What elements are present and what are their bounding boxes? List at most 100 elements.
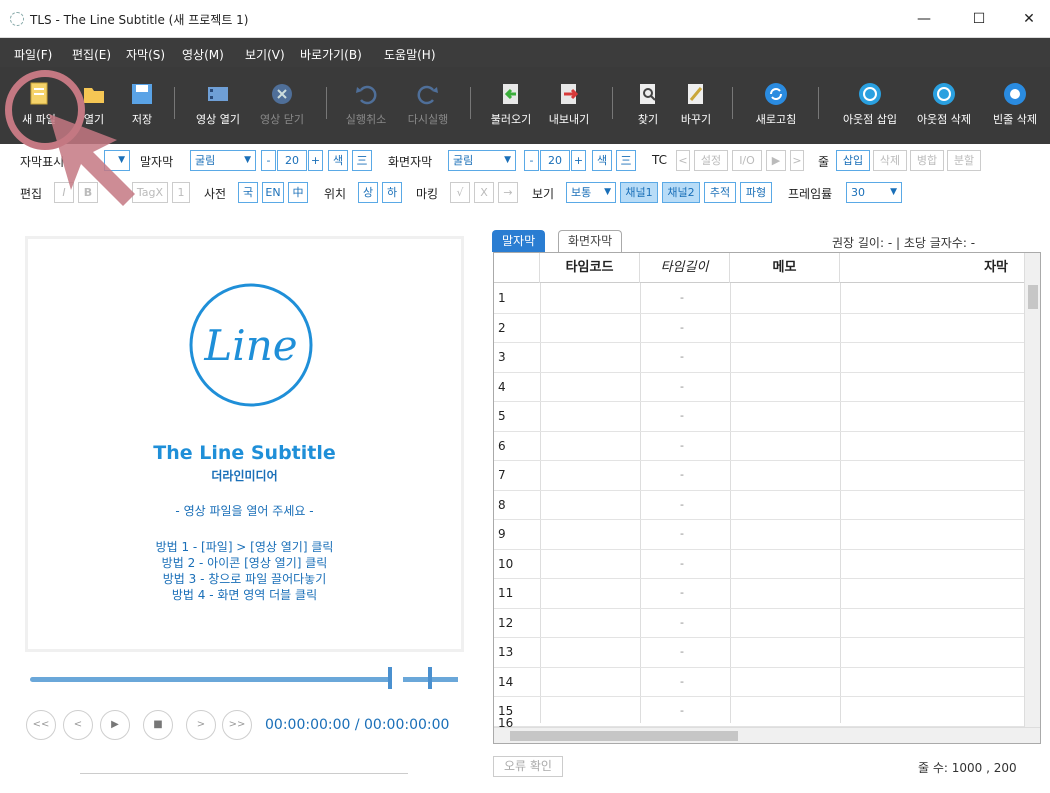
- dict-english-button[interactable]: EN: [262, 182, 284, 203]
- waveform-toggle[interactable]: 파형: [740, 182, 772, 203]
- table-row[interactable]: 10-: [494, 550, 1024, 579]
- menu-help[interactable]: 도움말(H): [384, 46, 436, 63]
- col-header-memo[interactable]: 메모: [730, 253, 840, 283]
- menu-subtitle[interactable]: 자막(S): [126, 46, 165, 63]
- table-row[interactable]: 12-: [494, 609, 1024, 638]
- channel2-toggle[interactable]: 채널2: [662, 182, 700, 203]
- redo-button[interactable]: 다시실행: [400, 67, 456, 144]
- seek-handle[interactable]: [388, 667, 392, 689]
- speech-size-minus[interactable]: -: [261, 150, 276, 171]
- refresh-button[interactable]: 새로고침: [746, 67, 806, 144]
- line-split-button[interactable]: 분할: [947, 150, 981, 171]
- divider: [80, 773, 408, 774]
- menu-shortcut[interactable]: 바로가기(B): [300, 46, 362, 63]
- menu-view[interactable]: 보기(V): [245, 46, 285, 63]
- view-mode-select[interactable]: 보통 ▼: [566, 182, 616, 203]
- frame-rate-select[interactable]: 30 ▼: [846, 182, 902, 203]
- forward-fast-button[interactable]: >>: [222, 710, 252, 740]
- table-row[interactable]: 14-: [494, 668, 1024, 697]
- tc-label: TC: [652, 153, 668, 167]
- replace-button[interactable]: 바꾸기: [674, 67, 718, 144]
- col-header-duration[interactable]: 타임길이: [640, 253, 730, 283]
- table-row[interactable]: 9-: [494, 520, 1024, 550]
- screen-size-plus[interactable]: +: [571, 150, 586, 171]
- vertical-scrollbar[interactable]: [1024, 253, 1040, 727]
- screen-color-button[interactable]: 색: [592, 150, 612, 171]
- dict-chinese-button[interactable]: 中: [288, 182, 308, 203]
- outpoint-delete-button[interactable]: 아웃점 삭제: [908, 67, 980, 144]
- seek-bar[interactable]: [30, 677, 392, 682]
- menu-file[interactable]: 파일(F): [14, 46, 52, 63]
- maximize-button[interactable]: ☐: [965, 6, 993, 32]
- replace-icon: [688, 84, 703, 104]
- table-row[interactable]: 2-: [494, 314, 1024, 343]
- speech-font-select[interactable]: 굴림 ▼: [190, 150, 256, 171]
- play-button[interactable]: ▶: [100, 710, 130, 740]
- error-check-button[interactable]: 오류 확인: [493, 756, 563, 777]
- position-bottom-button[interactable]: 하: [382, 182, 402, 203]
- mark-check-button[interactable]: √: [450, 182, 470, 203]
- table-row[interactable]: 5-: [494, 402, 1024, 432]
- rewind-button[interactable]: <: [63, 710, 93, 740]
- outpoint-insert-button[interactable]: 아웃점 삽입: [834, 67, 906, 144]
- table-row[interactable]: 16: [494, 716, 1024, 727]
- subtitle-grid[interactable]: 타임코드 타임길이 메모 자막 1- 2- 3- 4- 5- 6- 7- 8- …: [493, 252, 1041, 744]
- line-delete-button[interactable]: 삭제: [873, 150, 907, 171]
- video-open-button[interactable]: 영상 열기: [188, 67, 248, 144]
- import-button[interactable]: 불러오기: [484, 67, 538, 144]
- close-button[interactable]: ✕: [1015, 6, 1043, 32]
- export-button[interactable]: 내보내기: [542, 67, 596, 144]
- table-row[interactable]: 4-: [494, 373, 1024, 402]
- table-row[interactable]: 1-: [494, 284, 1024, 314]
- scroll-thumb[interactable]: [1028, 285, 1038, 309]
- speech-align-button[interactable]: 三: [352, 150, 372, 171]
- tag-one-button[interactable]: 1: [172, 182, 190, 203]
- table-row[interactable]: 8-: [494, 491, 1024, 520]
- find-button[interactable]: 찾기: [628, 67, 668, 144]
- screen-size-minus[interactable]: -: [524, 150, 539, 171]
- tc-set-button[interactable]: 설정: [694, 150, 728, 171]
- tc-io-button[interactable]: I/O: [732, 150, 762, 171]
- minimize-button[interactable]: —: [910, 6, 938, 32]
- menu-video[interactable]: 영상(M): [182, 46, 224, 63]
- volume-handle[interactable]: [428, 667, 432, 689]
- screen-font-select[interactable]: 굴림 ▼: [448, 150, 516, 171]
- tc-play-button[interactable]: ▶: [766, 150, 786, 171]
- tab-screen-subtitle[interactable]: 화면자막: [558, 230, 623, 252]
- table-row[interactable]: 13-: [494, 638, 1024, 668]
- line-insert-button[interactable]: 삽입: [836, 150, 870, 171]
- screen-align-button[interactable]: 三: [616, 150, 636, 171]
- tc-next-button[interactable]: >: [790, 150, 804, 171]
- mark-arrow-button[interactable]: →: [498, 182, 518, 203]
- col-header-timecode[interactable]: 타임코드: [540, 253, 640, 283]
- table-row[interactable]: 6-: [494, 432, 1024, 461]
- position-top-button[interactable]: 상: [358, 182, 378, 203]
- col-header-subtitle[interactable]: 자막: [840, 253, 1024, 283]
- line-merge-button[interactable]: 병합: [910, 150, 944, 171]
- video-panel[interactable]: Line The Line Subtitle 더라인미디어 - 영상 파일을 열…: [25, 236, 464, 652]
- rewind-fast-button[interactable]: <<: [26, 710, 56, 740]
- chevron-down-icon: ▼: [604, 187, 611, 197]
- menu-edit[interactable]: 편집(E): [72, 46, 111, 63]
- speech-size-value[interactable]: 20: [277, 150, 307, 171]
- screen-size-value[interactable]: 20: [540, 150, 570, 171]
- table-row[interactable]: 11-: [494, 579, 1024, 609]
- tab-speech-subtitle[interactable]: 말자막: [492, 230, 546, 252]
- mark-x-button[interactable]: X: [474, 182, 494, 203]
- forward-button[interactable]: >: [186, 710, 216, 740]
- tc-prev-button[interactable]: <: [676, 150, 690, 171]
- horizontal-scrollbar[interactable]: [494, 727, 1040, 743]
- track-toggle[interactable]: 추적: [704, 182, 736, 203]
- undo-button[interactable]: 실행취소: [338, 67, 394, 144]
- dict-korean-button[interactable]: 국: [238, 182, 258, 203]
- table-row[interactable]: 7-: [494, 461, 1024, 491]
- stop-button[interactable]: ■: [143, 710, 173, 740]
- video-close-button[interactable]: 영상 닫기: [252, 67, 312, 144]
- channel1-toggle[interactable]: 채널1: [620, 182, 658, 203]
- blank-line-delete-button[interactable]: 빈줄 삭제: [984, 67, 1046, 144]
- table-row[interactable]: 3-: [494, 343, 1024, 373]
- speech-color-button[interactable]: 색: [328, 150, 348, 171]
- scroll-thumb[interactable]: [510, 731, 738, 741]
- dictionary-label: 사전: [204, 187, 227, 201]
- speech-size-plus[interactable]: +: [308, 150, 323, 171]
